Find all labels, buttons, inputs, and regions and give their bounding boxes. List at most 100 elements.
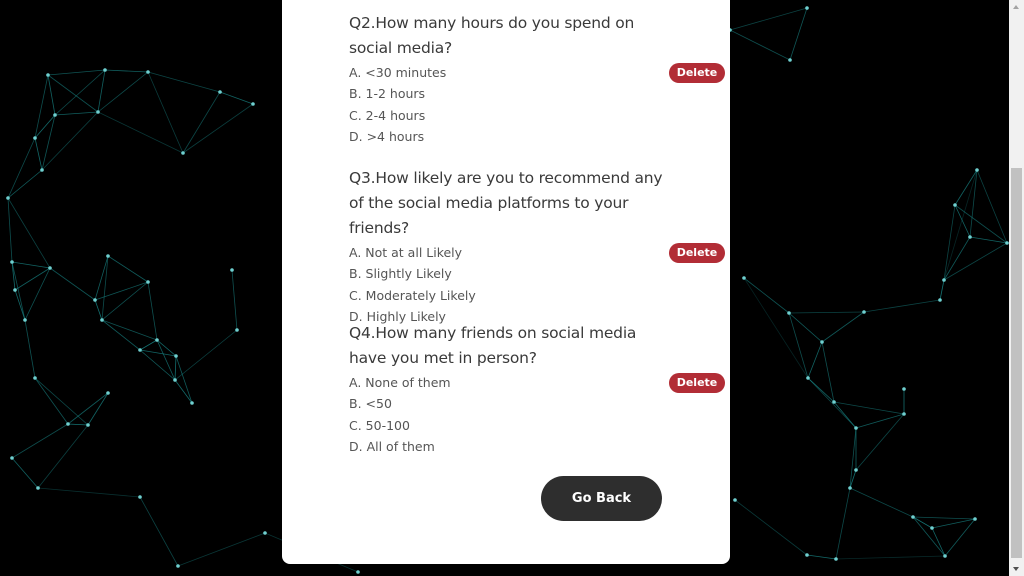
network-node	[968, 235, 972, 239]
network-node	[53, 113, 57, 117]
network-line	[943, 236, 971, 281]
network-line	[67, 423, 89, 426]
network-node	[911, 515, 915, 519]
delete-button[interactable]: Delete	[669, 243, 725, 263]
network-line	[219, 91, 254, 105]
network-line	[788, 312, 809, 379]
network-line	[174, 379, 193, 404]
scroll-thumb[interactable]	[1011, 168, 1022, 558]
network-line	[139, 496, 179, 567]
option: D. All of them	[349, 439, 435, 455]
network-node	[10, 260, 14, 264]
network-node	[805, 6, 809, 10]
network-line	[101, 319, 158, 341]
option: A. <30 minutes	[349, 65, 447, 80]
network-line	[101, 281, 149, 321]
network-line	[104, 69, 149, 73]
network-node	[806, 376, 810, 380]
network-line	[37, 487, 141, 498]
network-line	[147, 71, 221, 93]
network-line	[94, 299, 103, 321]
network-node	[834, 557, 838, 561]
network-node	[33, 136, 37, 140]
network-node	[930, 526, 934, 530]
network-line	[789, 7, 808, 61]
network-line	[47, 74, 56, 116]
question-3: Q3.How likely are you to recommend any o…	[349, 166, 725, 328]
network-line	[41, 114, 56, 171]
network-line	[34, 377, 69, 425]
network-node	[36, 486, 40, 490]
network-line	[174, 329, 238, 381]
network-line	[24, 319, 36, 379]
network-node	[96, 110, 100, 114]
network-node	[181, 151, 185, 155]
network-node	[235, 328, 239, 332]
delete-button[interactable]: Delete	[669, 373, 725, 393]
scrollbar[interactable]	[1009, 0, 1024, 576]
chevron-up-icon	[1013, 5, 1019, 9]
network-line	[54, 111, 99, 116]
network-line	[97, 71, 149, 113]
network-node	[40, 168, 44, 172]
network-line	[11, 261, 16, 291]
network-node	[23, 318, 27, 322]
survey-card: Q2.How many hours do you spend on social…	[282, 0, 730, 564]
network-node	[854, 468, 858, 472]
network-node	[832, 400, 836, 404]
network-line	[835, 487, 851, 560]
network-line	[788, 311, 865, 314]
network-node	[973, 517, 977, 521]
network-line	[743, 277, 809, 379]
network-node	[174, 354, 178, 358]
network-line	[49, 267, 96, 301]
network-line	[807, 377, 857, 429]
network-node	[251, 102, 255, 106]
go-back-button[interactable]: Go Back	[541, 476, 662, 521]
scroll-up-button[interactable]	[1009, 0, 1024, 15]
network-node	[93, 298, 97, 302]
network-line	[729, 29, 791, 61]
question-4: Q4.How many friends on social media have…	[349, 321, 725, 458]
network-node	[10, 456, 14, 460]
network-line	[11, 457, 39, 489]
network-line	[835, 555, 946, 560]
network-line	[729, 7, 808, 31]
question-2: Q2.How many hours do you spend on social…	[349, 11, 725, 148]
network-node	[106, 254, 110, 258]
network-line	[231, 269, 238, 331]
network-node	[146, 70, 150, 74]
network-line	[7, 197, 51, 269]
network-node	[356, 570, 360, 574]
network-line	[67, 392, 109, 425]
network-line	[174, 355, 177, 381]
network-node	[138, 495, 142, 499]
network-line	[7, 169, 43, 199]
network-node	[848, 486, 852, 490]
network-node	[805, 553, 809, 557]
option: B. 1-2 hours	[349, 86, 426, 102]
network-node	[820, 340, 824, 344]
network-node	[975, 168, 979, 172]
network-line	[912, 516, 933, 529]
network-node	[106, 391, 110, 395]
option: C. Moderately Likely	[349, 287, 476, 303]
network-node	[953, 203, 957, 207]
network-line	[87, 392, 109, 426]
network-line	[107, 255, 149, 283]
network-node	[943, 554, 947, 558]
question-title: Q3.How likely are you to recommend any o…	[349, 169, 663, 237]
network-line	[788, 312, 823, 343]
network-node	[854, 426, 858, 430]
scroll-down-button[interactable]	[1009, 561, 1024, 576]
network-line	[147, 71, 184, 154]
question-title: Q4.How many friends on social media have…	[349, 324, 637, 367]
network-line	[47, 74, 99, 113]
chevron-down-icon	[1013, 567, 1019, 571]
network-node	[742, 276, 746, 280]
network-node	[66, 422, 70, 426]
network-line	[14, 289, 26, 321]
network-line	[833, 401, 857, 429]
network-line	[11, 423, 69, 459]
delete-button[interactable]: Delete	[669, 63, 725, 83]
